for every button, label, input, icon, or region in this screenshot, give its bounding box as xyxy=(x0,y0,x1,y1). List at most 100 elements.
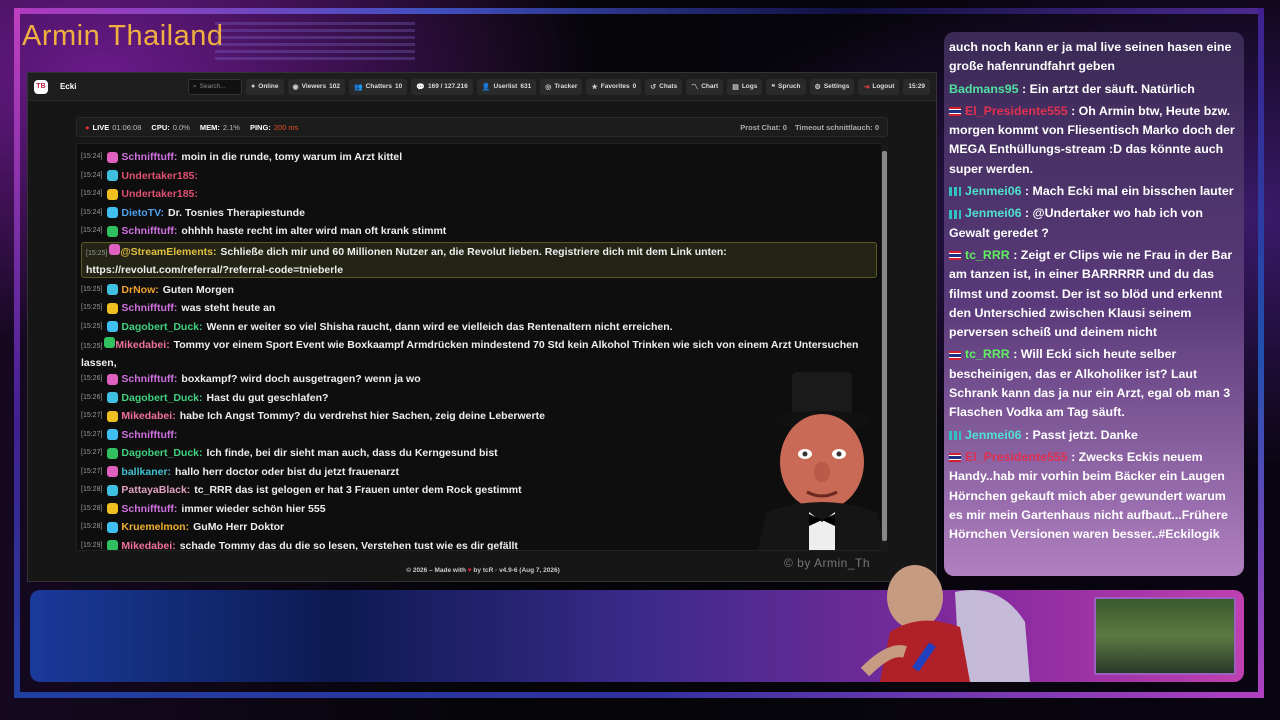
chat-message: [15:24] Schnifftuff: moin in die runde, t… xyxy=(81,148,873,167)
user-badge-icon xyxy=(104,337,116,348)
chat-message: [15:25] Mikedabei: Tommy vor einem Sport … xyxy=(81,336,873,370)
message-username[interactable]: Schnifftuff: xyxy=(121,148,177,167)
message-timestamp: [15:27] xyxy=(81,449,103,456)
user-badge-icon xyxy=(107,410,119,422)
message-text: Tommy vor einem Sport Event wie Boxkaamp… xyxy=(81,339,859,369)
settings-button[interactable]: ⚙ Settings xyxy=(809,78,855,95)
online-button[interactable]: ● Online xyxy=(246,78,284,95)
chat-message: [15:25] Dagobert_Duck: Wenn er weiter so … xyxy=(81,318,873,337)
message-text: habe Ich Angst Tommy? du verdrehst hier … xyxy=(179,410,545,422)
user-icon: 👤 xyxy=(481,83,491,91)
message-timestamp: [15:29] xyxy=(81,541,103,549)
message-text: Hast du gut geschlafen? xyxy=(206,391,329,404)
logout-button[interactable]: ⇥ Logout xyxy=(858,78,900,95)
message-username[interactable]: Schnifftuff: xyxy=(121,299,177,318)
message-username[interactable]: Undertaker185: xyxy=(121,185,197,204)
message-username[interactable]: Dagobert_Duck: xyxy=(121,444,202,463)
chart-icon: 〽 xyxy=(691,83,699,91)
user-badge-icon xyxy=(107,302,119,314)
message-username[interactable]: Dagobert_Duck: xyxy=(121,389,202,408)
search-input[interactable]: ⌕ Search... xyxy=(187,78,243,95)
viewers-button[interactable]: ◉ Viewers 102 xyxy=(287,78,345,95)
timeout-counter: Timeout schnittlauch: 0 xyxy=(794,122,879,132)
message-username[interactable]: @StreamElements: xyxy=(120,246,216,258)
message-text: GuMo Herr Doktor xyxy=(193,521,285,533)
chat-message: [15:28] Schnifftuff: immer wieder schön h… xyxy=(81,500,873,519)
overlay-chat-panel: auch noch kann er ja mal live seinen has… xyxy=(944,32,1244,576)
user-badge-icon xyxy=(107,225,119,237)
chat-message: [15:24] Undertaker185: xyxy=(81,167,873,186)
mem-value: 2.1% xyxy=(222,122,240,132)
messages-counter[interactable]: 💬 169 / 127.216 xyxy=(411,78,473,95)
message-username[interactable]: DietoTV: xyxy=(121,204,164,223)
user-badge-icon xyxy=(107,170,119,182)
message-timestamp: [15:24] xyxy=(81,190,103,197)
message-username[interactable]: Schnifftuff: xyxy=(121,222,177,241)
chatters-button[interactable]: 👥 Chatters 10 xyxy=(348,78,408,95)
overlay-message-text: : Passt jetzt. Danke xyxy=(1021,427,1138,442)
chat-log[interactable]: [15:24] Schnifftuff: moin in die runde, t… xyxy=(76,143,888,551)
message-username[interactable]: Dagobert_Duck: xyxy=(121,318,202,337)
chat-scrollbar[interactable] xyxy=(881,143,888,551)
chat-bubble-icon: 💬 xyxy=(416,83,425,91)
cpu-value: 0.0% xyxy=(172,122,190,132)
chart-button[interactable]: 〽 Chart xyxy=(686,78,724,95)
chat-message: [15:27] Schnifftuff: xyxy=(81,426,873,445)
message-text: hallo herr doctor oder bist du jetzt fra… xyxy=(175,465,400,478)
user-badge-icon xyxy=(107,151,119,163)
tracker-button[interactable]: ◎ Tracker xyxy=(540,78,583,95)
message-username[interactable]: Schnifftuff: xyxy=(121,370,177,389)
message-username[interactable]: Kruemelmon: xyxy=(121,518,189,537)
message-text: tc_RRR das ist gelogen er hat 3 Frauen u… xyxy=(194,484,522,496)
chat-message: [15:24] Schnifftuff: ohhhh haste recht im… xyxy=(81,222,873,241)
chat-message: [15:25] DrNow: Guten Morgen xyxy=(81,281,873,300)
thai-flag-icon xyxy=(949,107,961,117)
watermark: © by Armin_Th xyxy=(784,556,871,570)
status-bar: ● LIVE 01:06:08 CPU: 0.0% MEM: 2.1% PING… xyxy=(76,117,888,137)
logs-button[interactable]: ▤ Logs xyxy=(727,78,763,95)
cpu-label: CPU: xyxy=(151,122,170,132)
message-username[interactable]: Schnifftuff: xyxy=(121,500,177,519)
chats-button[interactable]: ↺ Chats xyxy=(645,78,683,95)
user-badge-icon xyxy=(107,284,119,296)
overlay-message-text: : Ein artzt der säuft. Natürlich xyxy=(1018,81,1195,96)
target-icon: ◎ xyxy=(545,83,552,91)
overlay-username: El_Presidente555 xyxy=(965,449,1068,464)
overlay-username: tc_RRR xyxy=(965,347,1010,362)
thai-flag-icon xyxy=(949,350,961,360)
message-timestamp: [15:27] xyxy=(81,430,103,438)
message-username[interactable]: PattayaBlack: xyxy=(121,481,190,500)
message-username[interactable]: Schnifftuff: xyxy=(121,426,177,445)
favorites-button[interactable]: ★ Favorites 0 xyxy=(586,78,642,95)
live-label: LIVE xyxy=(92,122,110,132)
user-badge-icon xyxy=(107,521,119,533)
overlay-frame-right xyxy=(1258,8,1264,698)
logout-icon: ⇥ xyxy=(863,83,870,91)
gear-icon: ⚙ xyxy=(814,83,821,91)
message-username[interactable]: DrNow: xyxy=(121,281,158,300)
user-badge-icon xyxy=(107,503,119,515)
overlay-username: Jenmei06 xyxy=(965,427,1022,442)
search-icon: ⌕ xyxy=(192,82,197,90)
spruch-button[interactable]: ❝ Spruch xyxy=(766,78,806,95)
message-username[interactable]: Mikedabei: xyxy=(115,339,169,351)
chat-app-window: TB Ecki ⌕ Search... ● Online ◉ Viewers 102 👥… xyxy=(27,72,937,582)
thai-flag-icon xyxy=(949,251,961,261)
message-text: Guten Morgen xyxy=(162,283,234,296)
message-username[interactable]: Mikedabei: xyxy=(121,407,175,426)
live-dot-icon: ● xyxy=(85,122,90,132)
doctor-avatar-image xyxy=(757,372,887,550)
scrollbar-thumb[interactable] xyxy=(882,151,887,541)
overlay-chat-message: Jenmei06 : @Undertaker wo hab ich von Ge… xyxy=(949,204,1241,243)
userlist-button[interactable]: 👤 Userlist 631 xyxy=(476,78,537,95)
overlay-message-text: auch noch kann er ja mal live seinen has… xyxy=(949,40,1232,74)
message-text: Wenn er weiter so viel Shisha raucht, da… xyxy=(206,320,673,333)
chat-message: [15:25] @StreamElements: Schließe dich mi… xyxy=(81,241,877,278)
message-username[interactable]: Mikedabei: xyxy=(121,537,175,551)
message-username[interactable]: ballkaner: xyxy=(121,463,171,482)
chat-message: [15:27] ballkaner: hallo herr doctor oder… xyxy=(81,463,873,482)
message-text: Dr. Tosnies Therapiestunde xyxy=(168,206,305,219)
message-text: immer wieder schön hier 555 xyxy=(181,502,326,515)
app-logo: TB xyxy=(34,79,48,94)
message-username[interactable]: Undertaker185: xyxy=(121,167,197,186)
